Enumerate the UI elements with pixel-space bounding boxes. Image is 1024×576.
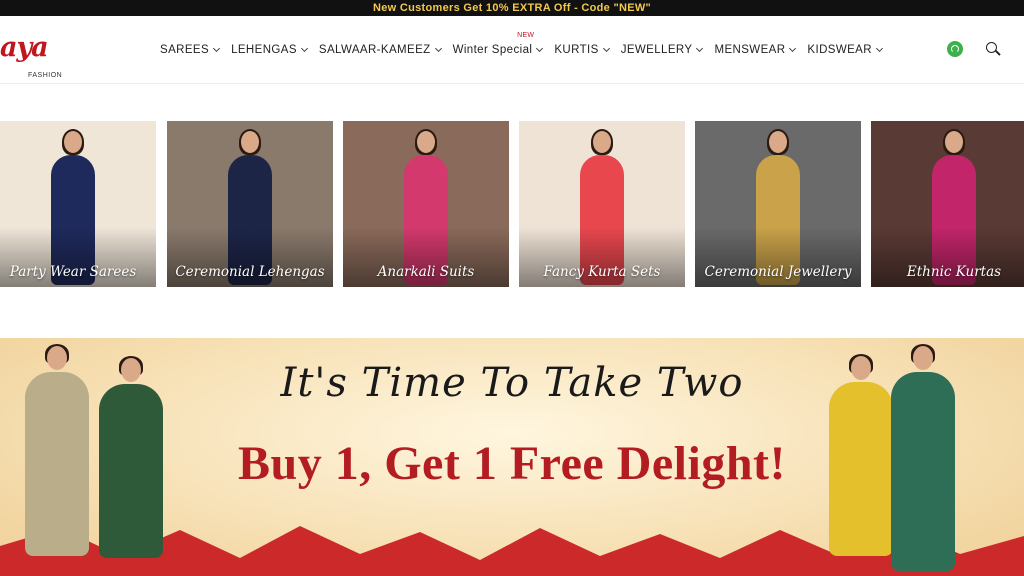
category-tile-anarkali-suits[interactable]: Anarkali Suits (343, 121, 509, 287)
nav-item-label: KIDSWEAR (807, 44, 872, 56)
nav-item-kurtis[interactable]: KURTIS (554, 44, 610, 56)
promo-banner[interactable]: It's Time To Take Two Buy 1, Get 1 Free … (0, 338, 1024, 576)
chevron-down-icon (434, 44, 442, 53)
nav-item-menswear[interactable]: MENSWEAR (714, 44, 797, 56)
category-tile-label: Ceremonial Lehengas (175, 264, 325, 280)
main-nav: SAREES LEHENGAS SALWAAR-KAMEEZ Winter Speci… (160, 16, 894, 84)
chevron-down-icon (536, 44, 544, 53)
nav-item-winter-special[interactable]: Winter Special NEW (452, 32, 544, 56)
nav-item-label: MENSWEAR (714, 44, 786, 56)
category-tile-label: Anarkali Suits (377, 264, 475, 280)
announcement-text: New Customers Get 10% EXTRA Off - Code "… (372, 2, 652, 14)
category-tile-label: Ceremonial Jewellery (704, 264, 852, 280)
nav-item-label: SAREES (160, 44, 210, 56)
nav-item-label: KURTIS (554, 44, 599, 56)
nav-item-label: JEWELLERY (620, 44, 693, 56)
category-tile-fancy-kurta-sets[interactable]: Fancy Kurta Sets (519, 121, 685, 287)
model-green-suit (96, 356, 166, 558)
chevron-down-icon (696, 44, 704, 53)
new-badge: NEW (517, 32, 535, 39)
category-tile-label: Ethnic Kurtas (906, 264, 1002, 280)
category-tile-label: Fancy Kurta Sets (543, 264, 661, 280)
chevron-down-icon (789, 44, 797, 53)
chevron-down-icon (875, 44, 884, 53)
model-beige-saree (22, 344, 92, 556)
nav-item-lehengas[interactable]: LEHENGAS (231, 44, 308, 56)
category-tile-ceremonial-jewellery[interactable]: Ceremonial Jewellery (695, 121, 861, 287)
chevron-down-icon (602, 44, 610, 53)
site-header: aya FASHION SAREES LEHENGAS SALWAAR-KAMEEZ… (0, 16, 1024, 84)
brand-logo[interactable]: aya FASHION (0, 32, 80, 79)
nav-item-label: Winter Special (452, 44, 533, 56)
chevron-down-icon (213, 44, 221, 53)
nav-item-label: LEHENGAS (231, 44, 297, 56)
category-tile-ethnic-kurtas[interactable]: Ethnic Kurtas (871, 121, 1024, 287)
category-tiles: Party Wear Sarees Ceremonial Lehengas Anar… (0, 121, 1024, 287)
whatsapp-icon[interactable] (947, 41, 963, 57)
nav-item-sarees[interactable]: SAREES (160, 44, 221, 56)
nav-item-kidswear[interactable]: KIDSWEAR (807, 44, 884, 56)
search-icon[interactable] (986, 42, 1001, 56)
category-tile-party-wear-sarees[interactable]: Party Wear Sarees (0, 121, 156, 287)
brand-logo-word: aya (0, 32, 49, 63)
nav-item-salwaar-kameez[interactable]: SALWAAR-KAMEEZ (318, 44, 442, 56)
announcement-bar: New Customers Get 10% EXTRA Off - Code "… (0, 0, 1024, 16)
nav-item-label: SALWAAR-KAMEEZ (318, 44, 431, 56)
category-tile-label: Party Wear Sarees (9, 264, 137, 280)
category-tile-ceremonial-lehengas[interactable]: Ceremonial Lehengas (167, 121, 333, 287)
nav-item-jewellery[interactable]: JEWELLERY (620, 44, 704, 56)
brand-logo-sub: FASHION (28, 72, 63, 79)
chevron-down-icon (300, 44, 308, 53)
model-yellow-kurta (826, 354, 896, 556)
model-floral-lehenga (888, 344, 958, 571)
